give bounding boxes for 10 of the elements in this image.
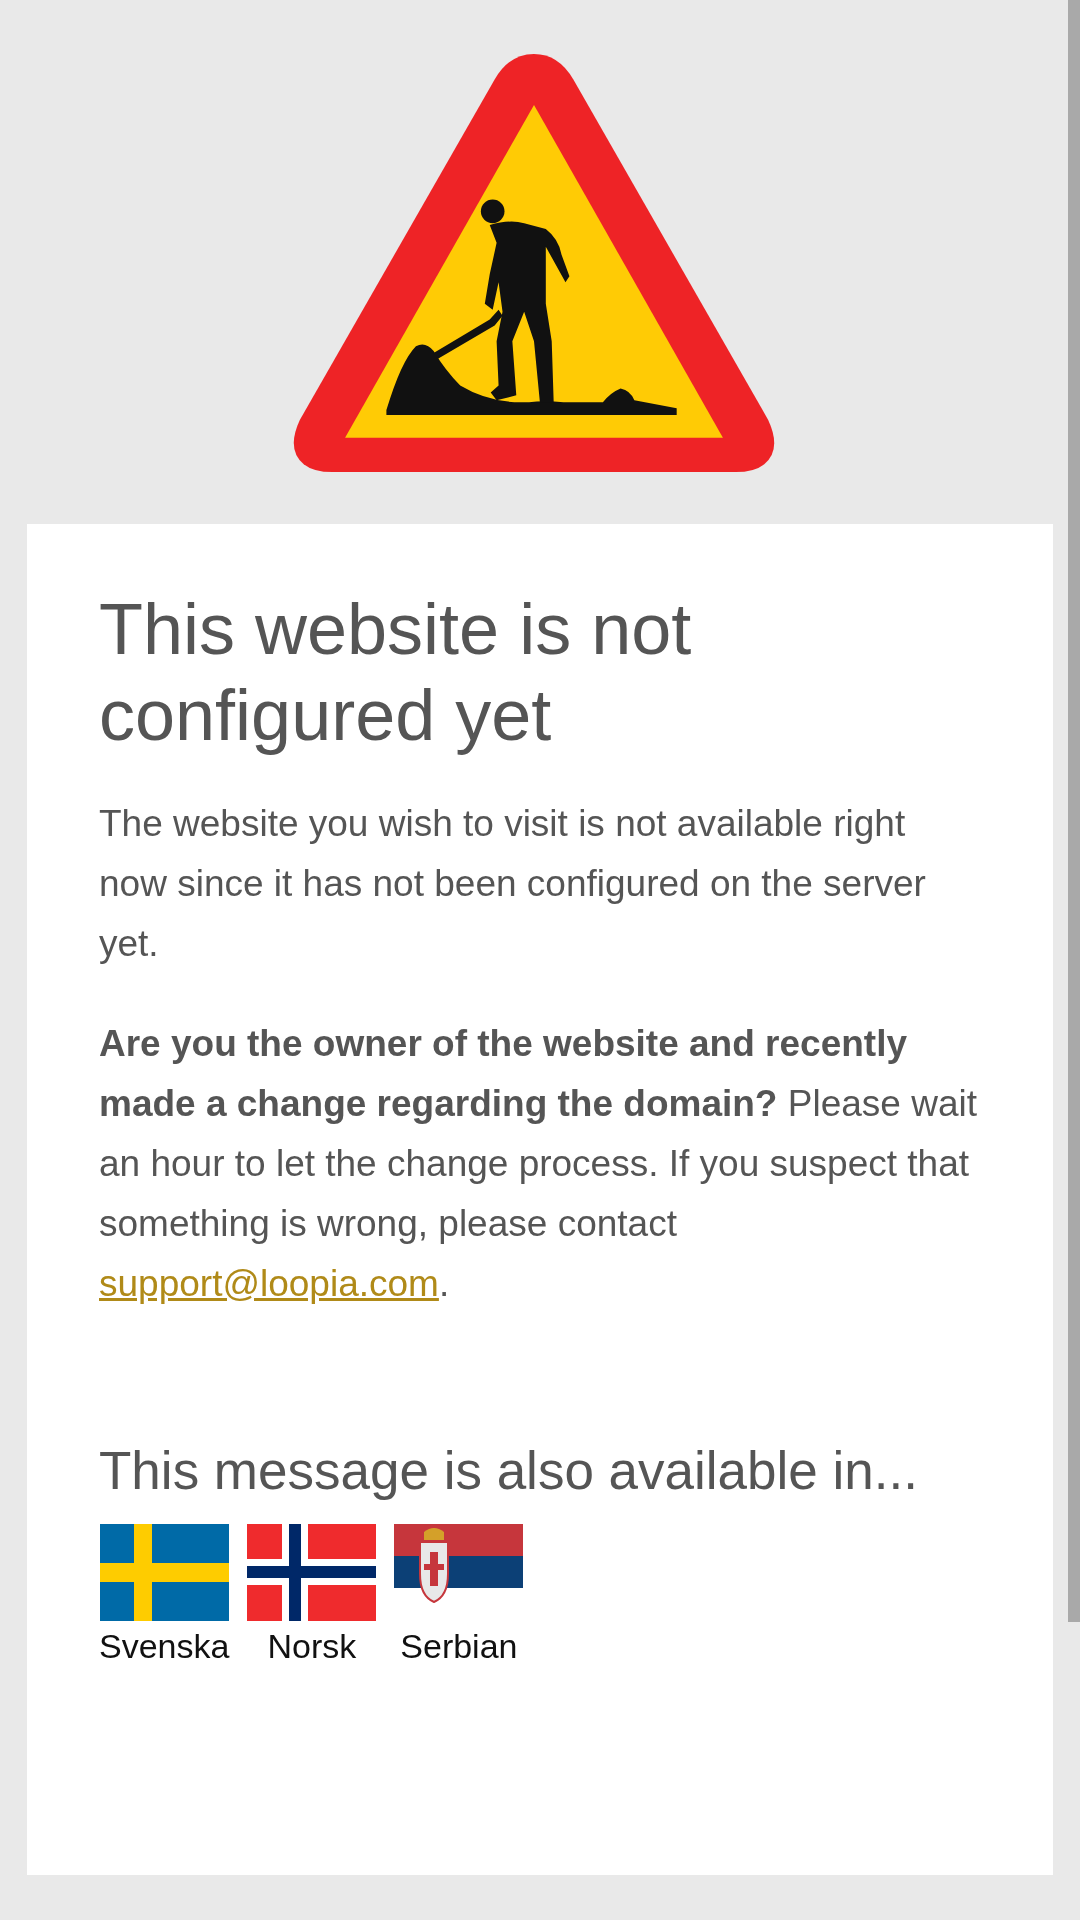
intro-paragraph: The website you wish to visit is not available right now since it has not been configured on the server yet. [99, 802, 927, 966]
language-link[interactable]: Norsk [247, 1524, 377, 1666]
flag-icon [247, 1524, 377, 1621]
page-heading: This website is not configured yet [99, 588, 693, 757]
flag-icon [99, 1524, 229, 1621]
languages-heading: This message is also available in... [99, 1442, 919, 1500]
language-link[interactable]: Svenska [99, 1524, 230, 1666]
language-link[interactable]: Serbian [394, 1524, 524, 1666]
scrollbar[interactable] [1068, 0, 1080, 1622]
owner-paragraph: Are you the owner of the website and recently made a change regarding the domain? Please wait an hour to let the change process. If you suspect that something is wrong, please contact support@loopia.com. [99, 1022, 978, 1306]
